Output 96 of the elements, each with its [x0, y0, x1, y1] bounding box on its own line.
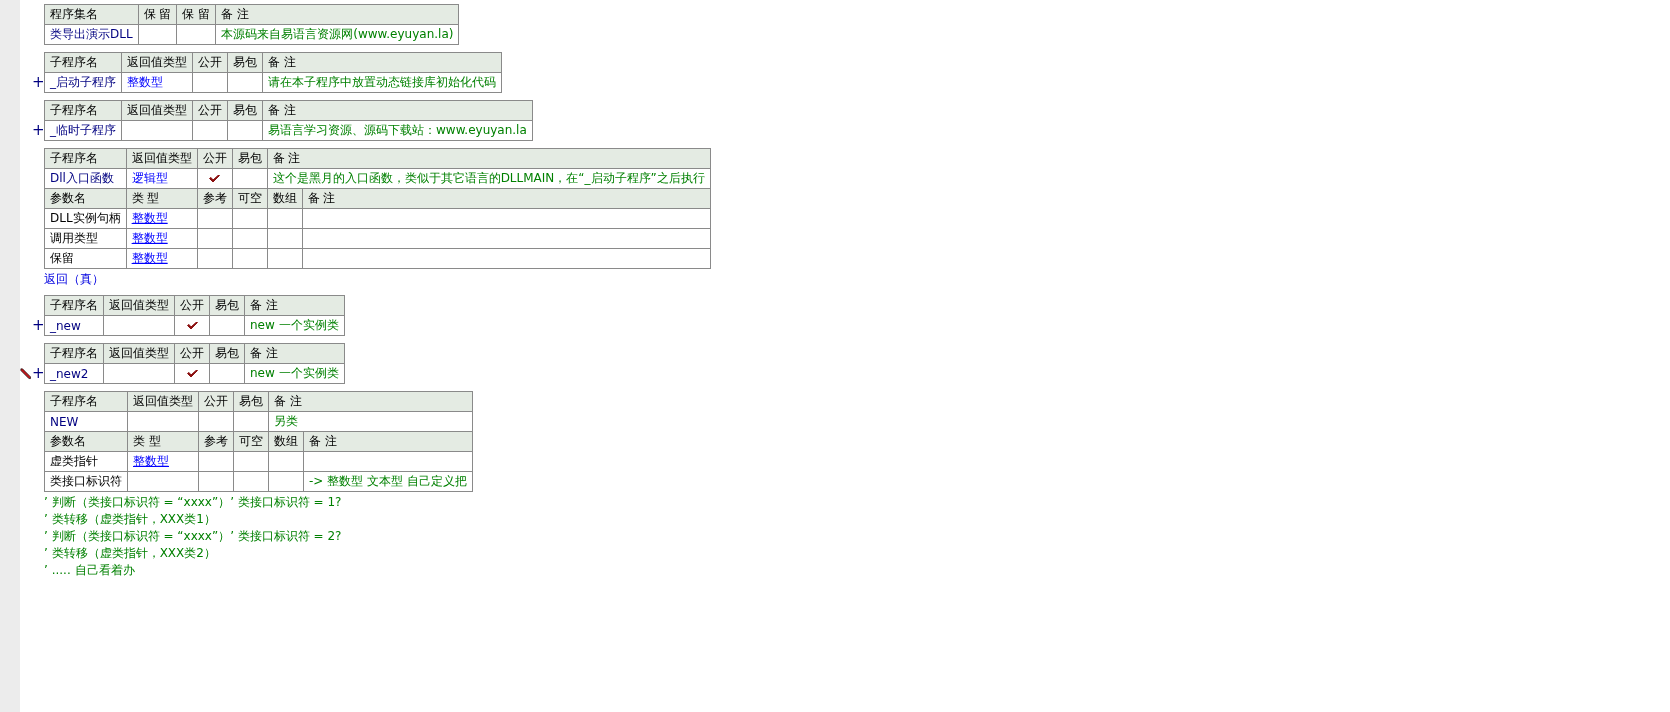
column-header: 返回值类型	[126, 148, 198, 169]
table-cell: 本源码来自易语言资源网(www.eyuyan.la)	[215, 24, 459, 45]
table-cell: 逻辑型	[126, 168, 198, 189]
column-header: 易包	[227, 100, 263, 121]
column-header: 参数名	[44, 431, 128, 452]
expand-toggle[interactable]: +	[32, 72, 44, 92]
table-cell	[138, 24, 177, 45]
column-header: 保 留	[176, 4, 216, 25]
table-cell: 保留	[44, 248, 127, 269]
column-header: 备 注	[215, 4, 459, 25]
column-header: 返回值类型	[121, 100, 193, 121]
expand-toggle[interactable]: +	[32, 315, 44, 335]
table-cell	[176, 24, 216, 45]
table-cell: _new	[44, 315, 104, 336]
column-header: 程序集名	[44, 4, 139, 25]
column-header: 易包	[233, 391, 269, 412]
column-header: 参数名	[44, 188, 127, 209]
code-comment: ’ 判断（类接口标识符 = “xxxx”）’ 类接口标识符 = 2?	[44, 528, 343, 545]
table-cell	[232, 208, 268, 229]
column-header: 子程序名	[44, 52, 122, 73]
column-header: 子程序名	[44, 148, 127, 169]
table-cell: -> 整数型 文本型 自己定义把	[303, 471, 473, 492]
table-cell: 调用类型	[44, 228, 127, 249]
column-header: 易包	[232, 148, 268, 169]
column-header: 备 注	[262, 100, 533, 121]
table-cell: new 一个实例类	[244, 315, 345, 336]
column-header: 返回值类型	[127, 391, 199, 412]
table-cell	[267, 208, 303, 229]
column-header: 易包	[227, 52, 263, 73]
table-cell: 类接口标识符	[44, 471, 128, 492]
table-cell	[198, 451, 234, 472]
table-cell: 整数型	[127, 451, 199, 472]
table-cell: 整数型	[126, 248, 198, 269]
table-cell	[267, 228, 303, 249]
expand-toggle[interactable]: +	[32, 120, 44, 140]
table-cell: 另类	[268, 411, 473, 432]
table-cell	[197, 248, 233, 269]
table-cell	[197, 228, 233, 249]
table-cell	[232, 228, 268, 249]
column-header: 备 注	[244, 343, 345, 364]
table-cell	[121, 120, 193, 141]
table-cell: 虚类指针	[44, 451, 128, 472]
table-cell: _new2	[44, 363, 104, 384]
column-header: 备 注	[302, 188, 711, 209]
table-cell	[233, 451, 269, 472]
table-cell: _临时子程序	[44, 120, 122, 141]
column-header: 公开	[192, 52, 228, 73]
column-header: 子程序名	[44, 295, 104, 316]
table-cell: DLL实例句柄	[44, 208, 127, 229]
code-comment: ’ 类转移（虚类指针，XXX类2）	[44, 545, 217, 562]
column-header: 保 留	[138, 4, 177, 25]
table-cell	[267, 248, 303, 269]
column-header: 返回值类型	[103, 343, 175, 364]
table-cell	[127, 411, 199, 432]
column-header: 公开	[198, 391, 234, 412]
table-cell	[233, 411, 269, 432]
table-cell: 易语言学习资源、源码下载站：www.eyuyan.la	[262, 120, 533, 141]
table-cell: 类导出演示DLL	[44, 24, 139, 45]
table-cell: Dll入口函数	[44, 168, 127, 189]
column-header: 公开	[192, 100, 228, 121]
table-cell	[227, 72, 263, 93]
table-cell	[127, 471, 199, 492]
column-header: 备 注	[244, 295, 345, 316]
table-cell	[227, 120, 263, 141]
table-cell: new 一个实例类	[244, 363, 345, 384]
column-header: 子程序名	[44, 100, 122, 121]
table-cell	[233, 471, 269, 492]
table-cell: _启动子程序	[44, 72, 122, 93]
column-header: 返回值类型	[103, 295, 175, 316]
table-cell	[197, 208, 233, 229]
table-cell: NEW	[44, 411, 128, 432]
table-cell	[268, 471, 304, 492]
column-header: 公开	[174, 343, 210, 364]
column-header: 备 注	[267, 148, 711, 169]
table-cell: 整数型	[121, 72, 193, 93]
table-cell: 这个是黑月的入口函数，类似于其它语言的DLLMAIN，在“_启动子程序”之后执行	[267, 168, 711, 189]
column-header: 子程序名	[44, 391, 128, 412]
column-header: 备 注	[262, 52, 502, 73]
column-header: 公开	[174, 295, 210, 316]
code-comment: ’ ..... 自己看着办	[44, 562, 136, 579]
column-header: 公开	[197, 148, 233, 169]
column-header: 返回值类型	[121, 52, 193, 73]
column-header: 子程序名	[44, 343, 104, 364]
table-cell: 整数型	[126, 208, 198, 229]
column-header: 备 注	[268, 391, 473, 412]
table-cell	[198, 471, 234, 492]
column-header: 易包	[209, 295, 245, 316]
table-cell	[268, 451, 304, 472]
column-header: 易包	[209, 343, 245, 364]
table-cell: 整数型	[126, 228, 198, 249]
table-cell: 请在本子程序中放置动态链接库初始化代码	[262, 72, 502, 93]
code-comment: ’ 判断（类接口标识符 = “xxxx”）’ 类接口标识符 = 1?	[44, 494, 343, 511]
code-line: 返回（真）	[44, 271, 105, 288]
code-comment: ’ 类转移（虚类指针，XXX类1）	[44, 511, 217, 528]
expand-toggle[interactable]: +	[32, 363, 44, 383]
table-cell	[232, 248, 268, 269]
